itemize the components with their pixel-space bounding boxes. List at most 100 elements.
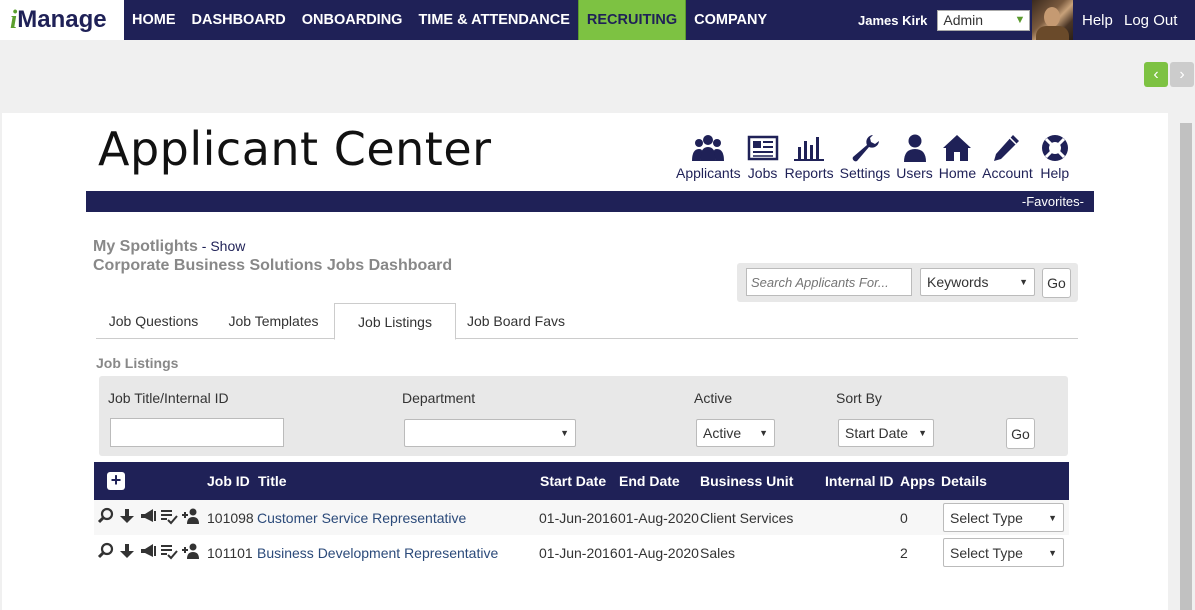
chevron-down-icon: ▼ xyxy=(1014,13,1026,26)
cell-business-unit: Client Services xyxy=(700,510,794,526)
toolbar-applicants[interactable]: Applicants xyxy=(676,133,741,181)
nav-recruiting[interactable]: RECRUITING xyxy=(577,0,687,40)
toolbar-settings[interactable]: Settings xyxy=(840,133,890,181)
header-details[interactable]: Details xyxy=(941,473,987,489)
cell-title-link[interactable]: Customer Service Representative xyxy=(257,510,466,526)
details-type-select[interactable]: Select Type ▼ xyxy=(943,503,1064,532)
top-nav-bar: i Manage HOME DASHBOARD ONBOARDING TIME &… xyxy=(0,0,1195,40)
cell-business-unit: Sales xyxy=(700,545,736,561)
users-icon xyxy=(692,135,725,161)
caret-down-icon: ▼ xyxy=(1048,512,1057,523)
sort-select[interactable]: Start Date ▼ xyxy=(838,419,934,447)
caret-down-icon: ▼ xyxy=(1048,547,1057,558)
job-filters: Job Title/Internal ID Department ▼ Activ… xyxy=(99,376,1068,456)
my-spotlights: My Spotlights - Show xyxy=(93,238,246,255)
header-job-id[interactable]: Job ID xyxy=(207,473,250,489)
add-user-icon[interactable] xyxy=(181,507,199,525)
megaphone-icon[interactable] xyxy=(139,542,157,560)
table-row: 101098 Customer Service Representative 0… xyxy=(94,500,1069,535)
add-job-button[interactable]: + xyxy=(107,471,125,490)
header-start-date[interactable]: Start Date xyxy=(540,473,606,489)
cell-title-link[interactable]: Business Development Representative xyxy=(257,545,498,561)
prev-arrow-icon[interactable]: ‹ xyxy=(1144,62,1168,87)
caret-down-icon: ▼ xyxy=(759,428,768,438)
download-arrow-icon[interactable] xyxy=(118,542,136,560)
applicant-search: Keywords ▼ Go xyxy=(737,263,1078,302)
checklist-icon[interactable] xyxy=(160,542,178,560)
tab-job-questions[interactable]: Job Questions xyxy=(96,303,211,339)
row-actions xyxy=(97,542,202,560)
spotlights-show-link[interactable]: Show xyxy=(210,238,245,254)
vertical-scrollbar[interactable] xyxy=(1177,113,1195,610)
search-go-button[interactable]: Go xyxy=(1042,268,1071,298)
cell-apps: 2 xyxy=(900,545,908,561)
cell-start-date: 01-Jun-2016 xyxy=(539,510,618,526)
header-apps[interactable]: Apps xyxy=(900,473,935,489)
toolbar-reports[interactable]: Reports xyxy=(785,133,834,181)
header-end-date[interactable]: End Date xyxy=(619,473,680,489)
add-user-icon[interactable] xyxy=(181,542,199,560)
header-title[interactable]: Title xyxy=(258,473,287,489)
main-nav: HOME DASHBOARD ONBOARDING TIME & ATTENDA… xyxy=(124,0,775,40)
toolbar-home[interactable]: Home xyxy=(939,133,976,181)
caret-down-icon: ▼ xyxy=(918,428,927,438)
cell-job-id: 101098 xyxy=(207,510,254,526)
bar-chart-icon xyxy=(794,137,825,161)
dashboard-title: Corporate Business Solutions Jobs Dashbo… xyxy=(93,257,453,274)
header-business-unit[interactable]: Business Unit xyxy=(700,473,793,489)
magnifier-icon[interactable] xyxy=(97,542,115,560)
tab-job-board-favs[interactable]: Job Board Favs xyxy=(460,303,572,339)
cell-start-date: 01-Jun-2016 xyxy=(539,545,618,561)
tabs: Job Questions Job Templates Job Listings… xyxy=(96,303,1078,340)
cell-end-date: 01-Aug-2020 xyxy=(618,510,699,526)
favorites-bar[interactable]: -Favorites- xyxy=(86,191,1094,212)
checklist-icon[interactable] xyxy=(160,507,178,525)
sort-filter-label: Sort By xyxy=(836,390,882,406)
user-area: James Kirk Admin ▼ xyxy=(858,0,1031,40)
download-arrow-icon[interactable] xyxy=(118,507,136,525)
department-filter-label: Department xyxy=(402,390,476,406)
role-select[interactable]: Admin ▼ xyxy=(937,9,1031,31)
caret-down-icon: ▼ xyxy=(1019,277,1028,287)
tab-job-templates[interactable]: Job Templates xyxy=(216,303,331,339)
title-filter-label: Job Title/Internal ID xyxy=(108,390,229,406)
logout-link[interactable]: Log Out xyxy=(1124,12,1177,29)
megaphone-icon[interactable] xyxy=(139,507,157,525)
section-label: Job Listings xyxy=(96,355,179,371)
user-icon xyxy=(903,134,926,162)
toolbar-account[interactable]: Account xyxy=(982,133,1033,181)
toolbar-help[interactable]: Help xyxy=(1039,133,1071,181)
icon-toolbar: Applicants Jobs Reports Settings Users H… xyxy=(676,133,1077,181)
nav-onboarding[interactable]: ONBOARDING xyxy=(294,0,411,40)
cell-apps: 0 xyxy=(900,510,908,526)
tab-job-listings[interactable]: Job Listings xyxy=(334,303,456,340)
details-type-select[interactable]: Select Type ▼ xyxy=(943,538,1064,567)
active-select[interactable]: Active ▼ xyxy=(696,419,775,447)
job-title-input[interactable] xyxy=(110,418,284,447)
page-title: Applicant Center xyxy=(98,122,492,176)
filter-go-button[interactable]: Go xyxy=(1006,418,1035,449)
table-row: 101101 Business Development Representati… xyxy=(94,535,1069,570)
nav-home[interactable]: HOME xyxy=(124,0,184,40)
next-arrow-icon[interactable]: › xyxy=(1170,62,1194,87)
magnifier-icon[interactable] xyxy=(97,507,115,525)
nav-company[interactable]: COMPANY xyxy=(686,0,775,40)
header-internal-id[interactable]: Internal ID xyxy=(825,473,893,489)
nav-dashboard[interactable]: DASHBOARD xyxy=(184,0,294,40)
nav-time-attendance[interactable]: TIME & ATTENDANCE xyxy=(410,0,577,40)
pencil-icon xyxy=(994,135,1020,161)
search-input[interactable] xyxy=(746,268,912,296)
imanage-logo[interactable]: i Manage xyxy=(0,0,124,40)
search-type-select[interactable]: Keywords ▼ xyxy=(920,268,1035,296)
user-name: James Kirk xyxy=(858,12,928,28)
toolbar-users[interactable]: Users xyxy=(896,133,933,181)
toolbar-jobs[interactable]: Jobs xyxy=(747,133,779,181)
help-link[interactable]: Help xyxy=(1082,12,1113,29)
newspaper-icon xyxy=(747,135,778,161)
wrench-icon xyxy=(852,135,879,162)
department-select[interactable]: ▼ xyxy=(404,419,576,447)
row-actions xyxy=(97,507,202,525)
avatar[interactable] xyxy=(1032,0,1073,40)
cell-job-id: 101101 xyxy=(207,545,253,561)
pager: ‹ › xyxy=(1142,62,1194,87)
